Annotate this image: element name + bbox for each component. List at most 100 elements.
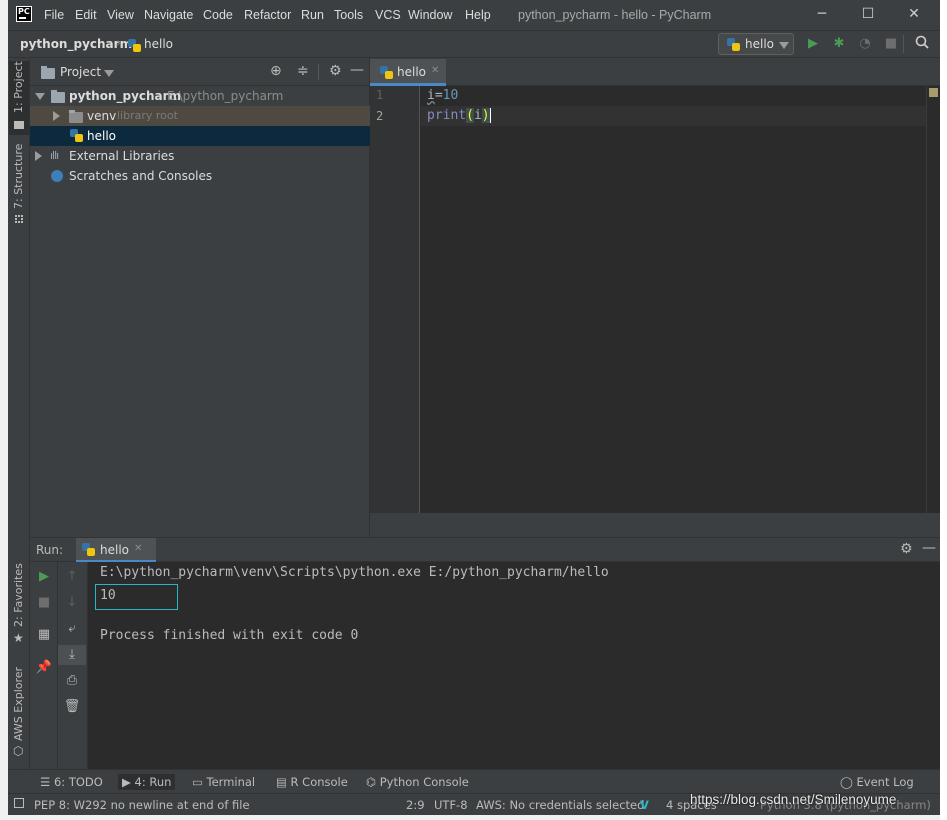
menu-file[interactable]: File (44, 6, 64, 24)
tool-tab-structure-label: 7: Structure (12, 143, 25, 209)
run-tab-hello[interactable]: hello ✕ (76, 538, 156, 562)
tool-tab-terminal[interactable]: ▭ Terminal (192, 774, 255, 790)
code-line-1[interactable]: i=10 (427, 86, 458, 106)
scroll-to-end-icon[interactable]: ⤓ (58, 645, 86, 665)
stop-icon[interactable]: ■ (882, 35, 900, 53)
python-file-icon (380, 66, 393, 79)
breadcrumb-file[interactable]: hello (144, 37, 173, 51)
python-file-icon (70, 129, 83, 142)
tool-tab-r-console[interactable]: ▤ R Console (276, 774, 348, 790)
rerun-icon[interactable]: ▶ (30, 567, 58, 587)
menu-edit[interactable]: Edit (75, 6, 97, 24)
menu-navigate[interactable]: Navigate (144, 6, 193, 24)
desktop-background (940, 0, 947, 820)
run-icon[interactable]: ▶ (804, 35, 822, 53)
project-view-selector[interactable]: Project (60, 65, 101, 79)
console-line-output: 10 (100, 588, 116, 603)
menu-view[interactable]: View (107, 6, 134, 24)
gear-icon[interactable]: ⚙ (900, 541, 913, 557)
folder-icon (51, 90, 65, 103)
gear-icon[interactable]: ⚙ (329, 63, 342, 79)
code-token-operator: = (434, 88, 443, 103)
menu-refactor[interactable]: Refactor (244, 6, 291, 24)
status-caret-position[interactable]: 2:9 (406, 797, 425, 813)
status-aws-credentials[interactable]: AWS: No credentials selected (476, 797, 644, 813)
trash-icon[interactable]: 🗑 (58, 697, 86, 717)
run-tab-label: hello (100, 543, 129, 557)
status-encoding[interactable]: UTF-8 (434, 797, 468, 813)
maximize-button[interactable]: ☐ (858, 5, 878, 23)
tool-tab-python-console[interactable]: ⌬ Python Console (366, 774, 469, 790)
collapsed-arrow-icon (35, 151, 42, 161)
console-line-command: E:\python_pycharm\venv\Scripts\python.ex… (100, 565, 609, 580)
expanded-arrow-icon (35, 93, 45, 100)
tool-tab-aws-explorer[interactable]: AWS Explorer ⬡ (9, 667, 29, 764)
pycharm-logo-icon: PC (16, 6, 32, 22)
close-tab-icon[interactable]: ✕ (134, 543, 142, 554)
collapse-all-icon[interactable]: ≑ (297, 63, 309, 79)
chevron-down-icon[interactable] (104, 70, 114, 77)
bottom-tool-tabs: ☰ 6: TODO ▶ 4: Run ▭ Terminal ▤ R Consol… (8, 769, 940, 793)
menu-tools[interactable]: Tools (334, 6, 363, 24)
chevron-down-icon (779, 42, 789, 49)
tool-tab-favorites[interactable]: 2: Favorites ★ (9, 563, 29, 649)
close-button[interactable]: ✕ (904, 5, 924, 23)
editor-tab-hello[interactable]: hello ✕ (370, 59, 446, 86)
line-number: 2 (376, 109, 384, 123)
tree-item-project-root[interactable]: python_pycharm E:\python_pycharm (30, 86, 370, 106)
code-token-paren: ) (481, 108, 490, 123)
hide-panel-icon[interactable]: — (922, 540, 936, 556)
down-arrow-icon[interactable]: ↓ (58, 593, 86, 613)
library-icon: ıllı (50, 149, 59, 162)
tool-tab-r-console-label: R Console (290, 775, 348, 789)
collapsed-arrow-icon (53, 111, 60, 121)
tree-item-venv[interactable]: venv library root (30, 106, 370, 126)
search-icon[interactable] (913, 35, 931, 53)
file-label: hello (87, 129, 116, 143)
console-line-exit: Process finished with exit code 0 (100, 628, 359, 643)
tool-tab-todo[interactable]: ☰ 6: TODO (40, 774, 103, 790)
menu-run[interactable]: Run (301, 6, 324, 24)
venv-label: venv (87, 109, 117, 123)
menu-help[interactable]: Help (465, 6, 491, 24)
debug-icon[interactable]: ✱ (830, 35, 848, 53)
coverage-icon[interactable]: ◔ (856, 35, 874, 53)
tree-item-scratches[interactable]: Scratches and Consoles (30, 166, 370, 186)
code-line-2[interactable]: print(i) (427, 106, 491, 126)
tool-tab-terminal-label: Terminal (206, 775, 256, 789)
minimize-button[interactable]: ─ (812, 5, 832, 23)
header-divider (318, 64, 319, 80)
hide-panel-icon[interactable]: — (350, 62, 364, 78)
scratches-label: Scratches and Consoles (69, 169, 213, 183)
status-message[interactable]: PEP 8: W292 no newline at end of file (34, 797, 250, 813)
code-editor[interactable]: 1 2 i=10 print(i) (370, 86, 940, 513)
run-config-dropdown[interactable]: hello (718, 33, 794, 55)
project-root-name: python_pycharm (69, 89, 182, 103)
editor-scrollbar[interactable] (926, 86, 940, 513)
run-console-output[interactable]: E:\python_pycharm\venv\Scripts\python.ex… (88, 562, 940, 769)
locate-icon[interactable]: ⊕ (270, 63, 282, 79)
tool-tab-run[interactable]: ▶ 4: Run (118, 774, 176, 790)
pin-icon[interactable]: 📌 (30, 658, 58, 678)
tool-tab-run-label: 4: Run (134, 775, 172, 789)
layout-icon[interactable]: ▦ (30, 625, 58, 645)
tool-tab-structure[interactable]: 7: Structure (9, 144, 29, 229)
editor-bottom-strip (370, 513, 940, 537)
menu-code[interactable]: Code (203, 6, 233, 24)
text-caret (489, 108, 491, 123)
close-tab-icon[interactable]: ✕ (431, 65, 439, 76)
toggle-tool-windows-icon[interactable] (14, 798, 24, 808)
up-arrow-icon[interactable]: ↑ (58, 567, 86, 587)
tool-tab-event-log[interactable]: ◯ Event Log (840, 774, 914, 790)
menu-vcs[interactable]: VCS (375, 6, 401, 24)
python-file-icon (82, 543, 95, 556)
tree-item-hello[interactable]: hello (30, 126, 370, 146)
soft-wrap-icon[interactable]: ⤶ (58, 619, 86, 639)
inspection-marker-icon[interactable] (929, 88, 938, 97)
menu-window[interactable]: Window (408, 6, 452, 24)
tree-item-external-libraries[interactable]: ıllı External Libraries (30, 146, 370, 166)
run-toolbar-primary: ▶ ■ ▦ 📌 (30, 562, 58, 769)
print-icon[interactable]: ⎙ (58, 671, 86, 691)
tool-tab-project[interactable]: 1: Project (9, 61, 29, 135)
stop-icon[interactable]: ■ (30, 593, 58, 613)
